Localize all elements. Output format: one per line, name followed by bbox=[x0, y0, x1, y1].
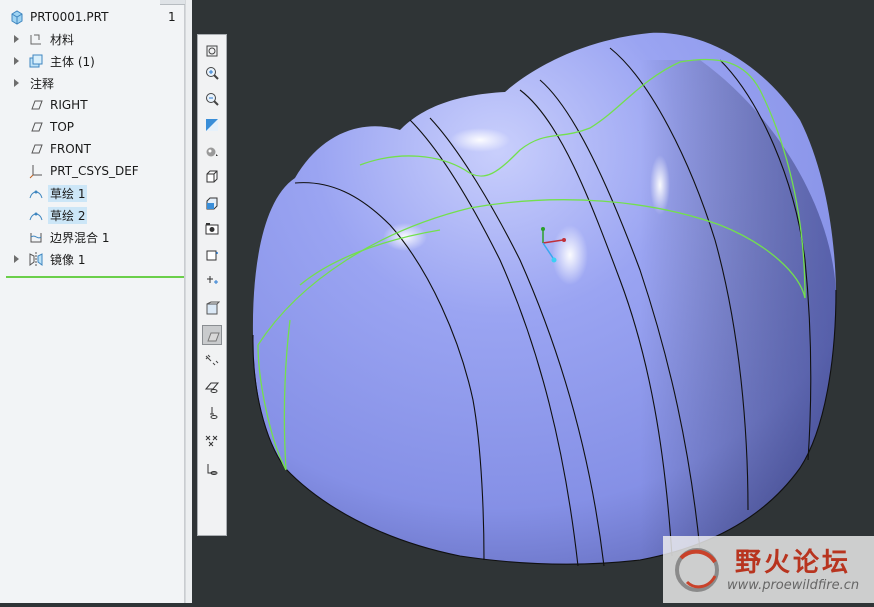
point-display-button[interactable] bbox=[202, 377, 222, 397]
refit-button[interactable] bbox=[202, 41, 222, 61]
appearance-icon bbox=[207, 464, 218, 475]
saved-orientations-button[interactable] bbox=[202, 167, 222, 187]
tree-item[interactable]: 边界混合 1 bbox=[0, 226, 184, 248]
tree-root-item[interactable]: PRT0001.PRT 1 bbox=[0, 6, 184, 28]
mirror-icon bbox=[29, 252, 43, 266]
tree-item-label: 草绘 2 bbox=[48, 206, 88, 224]
expand-arrow-icon[interactable] bbox=[14, 50, 22, 72]
tree-item[interactable]: FRONT bbox=[0, 138, 184, 160]
graphics-toolbar bbox=[197, 34, 227, 536]
watermark-url: www.proewildfire.cn bbox=[727, 578, 860, 593]
refit-icon bbox=[206, 45, 218, 57]
csys-icon bbox=[29, 165, 42, 179]
model-view bbox=[252, 32, 837, 567]
zoom-out-icon bbox=[206, 93, 219, 106]
boundary-blend-icon bbox=[30, 233, 42, 243]
axis-display-icon bbox=[205, 354, 219, 366]
axis-display-button[interactable] bbox=[202, 351, 222, 371]
tree-item-label: 草绘 1 bbox=[48, 184, 88, 202]
specular-highlight bbox=[552, 225, 588, 285]
tree-item[interactable]: 草绘 2 bbox=[0, 204, 184, 226]
datum-plane-icon bbox=[31, 100, 43, 110]
tree-item-label: TOP bbox=[50, 120, 75, 134]
body-icon bbox=[29, 54, 43, 68]
sketch-icon bbox=[29, 190, 43, 199]
graphics-viewport[interactable] bbox=[192, 0, 874, 603]
specular-highlight bbox=[450, 128, 510, 152]
forum-watermark: 野火论坛 www.proewildfire.cn bbox=[663, 536, 874, 603]
datum-plane-icon bbox=[31, 122, 43, 132]
annotation-display-icon bbox=[207, 276, 218, 284]
tree-item-label: 边界混合 1 bbox=[50, 230, 110, 245]
section-icon bbox=[206, 250, 218, 261]
section-button[interactable] bbox=[202, 245, 222, 265]
annotation-filter-icon bbox=[205, 435, 218, 447]
specular-highlight bbox=[650, 155, 670, 215]
tree-insert-indicator[interactable] bbox=[6, 276, 184, 278]
zoom-in-button[interactable] bbox=[202, 63, 222, 83]
expand-arrow-icon[interactable] bbox=[14, 248, 22, 270]
view-manager-button[interactable] bbox=[202, 194, 222, 214]
saved-orientations-icon bbox=[206, 170, 218, 183]
view-manager-icon bbox=[206, 197, 218, 210]
tree-item[interactable]: 注释 bbox=[0, 72, 184, 94]
repaint-button[interactable] bbox=[202, 115, 222, 135]
watermark-title: 野火论坛 bbox=[735, 548, 852, 578]
spin-center-button[interactable] bbox=[202, 299, 222, 319]
tree-item[interactable]: 草绘 1 bbox=[0, 182, 184, 204]
annotation-filter-button[interactable] bbox=[202, 431, 222, 451]
tree-item[interactable]: TOP bbox=[0, 116, 184, 138]
datum-plane-icon bbox=[31, 144, 43, 154]
part-icon bbox=[11, 10, 23, 25]
plane-display-button[interactable] bbox=[202, 325, 222, 345]
material-icon bbox=[30, 34, 41, 45]
tree-root-column-value: 1 bbox=[168, 10, 176, 24]
display-style-icon bbox=[206, 147, 218, 157]
point-display-icon bbox=[204, 382, 220, 393]
tree-item[interactable]: RIGHT bbox=[0, 94, 184, 116]
tree-item-label: FRONT bbox=[50, 142, 91, 156]
tree-item[interactable]: 材料 bbox=[0, 28, 184, 50]
csys-display-button[interactable] bbox=[202, 403, 222, 423]
tree-item-label: RIGHT bbox=[50, 98, 88, 112]
appearance-button[interactable] bbox=[202, 459, 222, 479]
annotation-display-button[interactable] bbox=[202, 271, 222, 291]
tree-scrollbar[interactable] bbox=[185, 0, 192, 603]
tree-root-label: PRT0001.PRT bbox=[30, 10, 109, 24]
model-body[interactable] bbox=[252, 32, 837, 567]
tree-item[interactable]: 主体 (1) bbox=[0, 50, 184, 72]
tree-item[interactable]: 镜像 1 bbox=[0, 248, 184, 270]
tree-item-label: 材料 bbox=[50, 32, 75, 47]
repaint-icon bbox=[206, 119, 218, 131]
csys-display-icon bbox=[210, 407, 218, 419]
display-style-button[interactable] bbox=[202, 141, 222, 161]
tree-item-label: 注释 bbox=[30, 76, 55, 91]
tree-item-label: 主体 (1) bbox=[50, 54, 95, 69]
sketch-icon bbox=[29, 212, 43, 221]
zoom-out-button[interactable] bbox=[202, 89, 222, 109]
plane-display-icon bbox=[207, 332, 220, 342]
tree-item-label: PRT_CSYS_DEF bbox=[50, 164, 139, 178]
perspective-view-icon bbox=[205, 223, 219, 235]
zoom-in-icon bbox=[206, 67, 219, 80]
tree-item-label: 镜像 1 bbox=[50, 252, 86, 267]
forum-logo-icon bbox=[675, 548, 719, 592]
model-tree-panel: PRT0001.PRT 1 材料主体 (1) 注释 RIGHT TOP FRONT PRT… bbox=[0, 0, 190, 603]
expand-arrow-icon[interactable] bbox=[14, 72, 22, 94]
expand-arrow-icon[interactable] bbox=[14, 28, 22, 50]
perspective-view-button[interactable] bbox=[202, 219, 222, 239]
spin-center-icon bbox=[206, 301, 220, 315]
tree-item[interactable]: PRT_CSYS_DEF bbox=[0, 160, 184, 182]
